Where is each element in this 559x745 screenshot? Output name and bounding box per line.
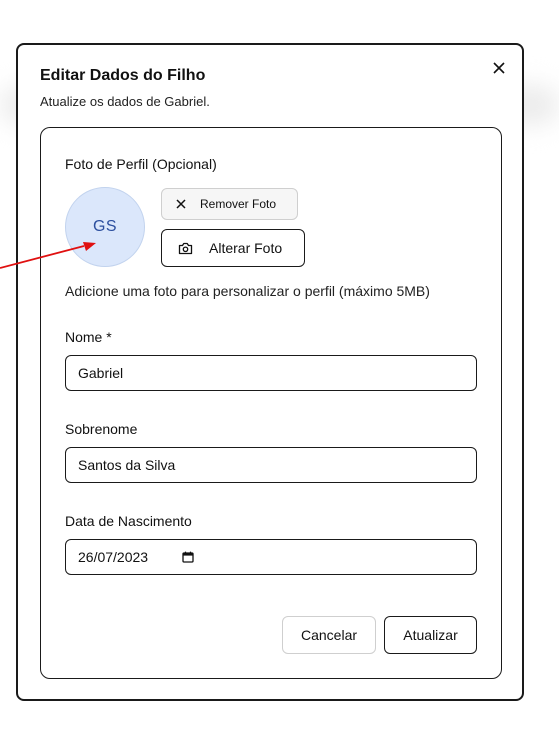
annotation-arrow (0, 242, 96, 269)
